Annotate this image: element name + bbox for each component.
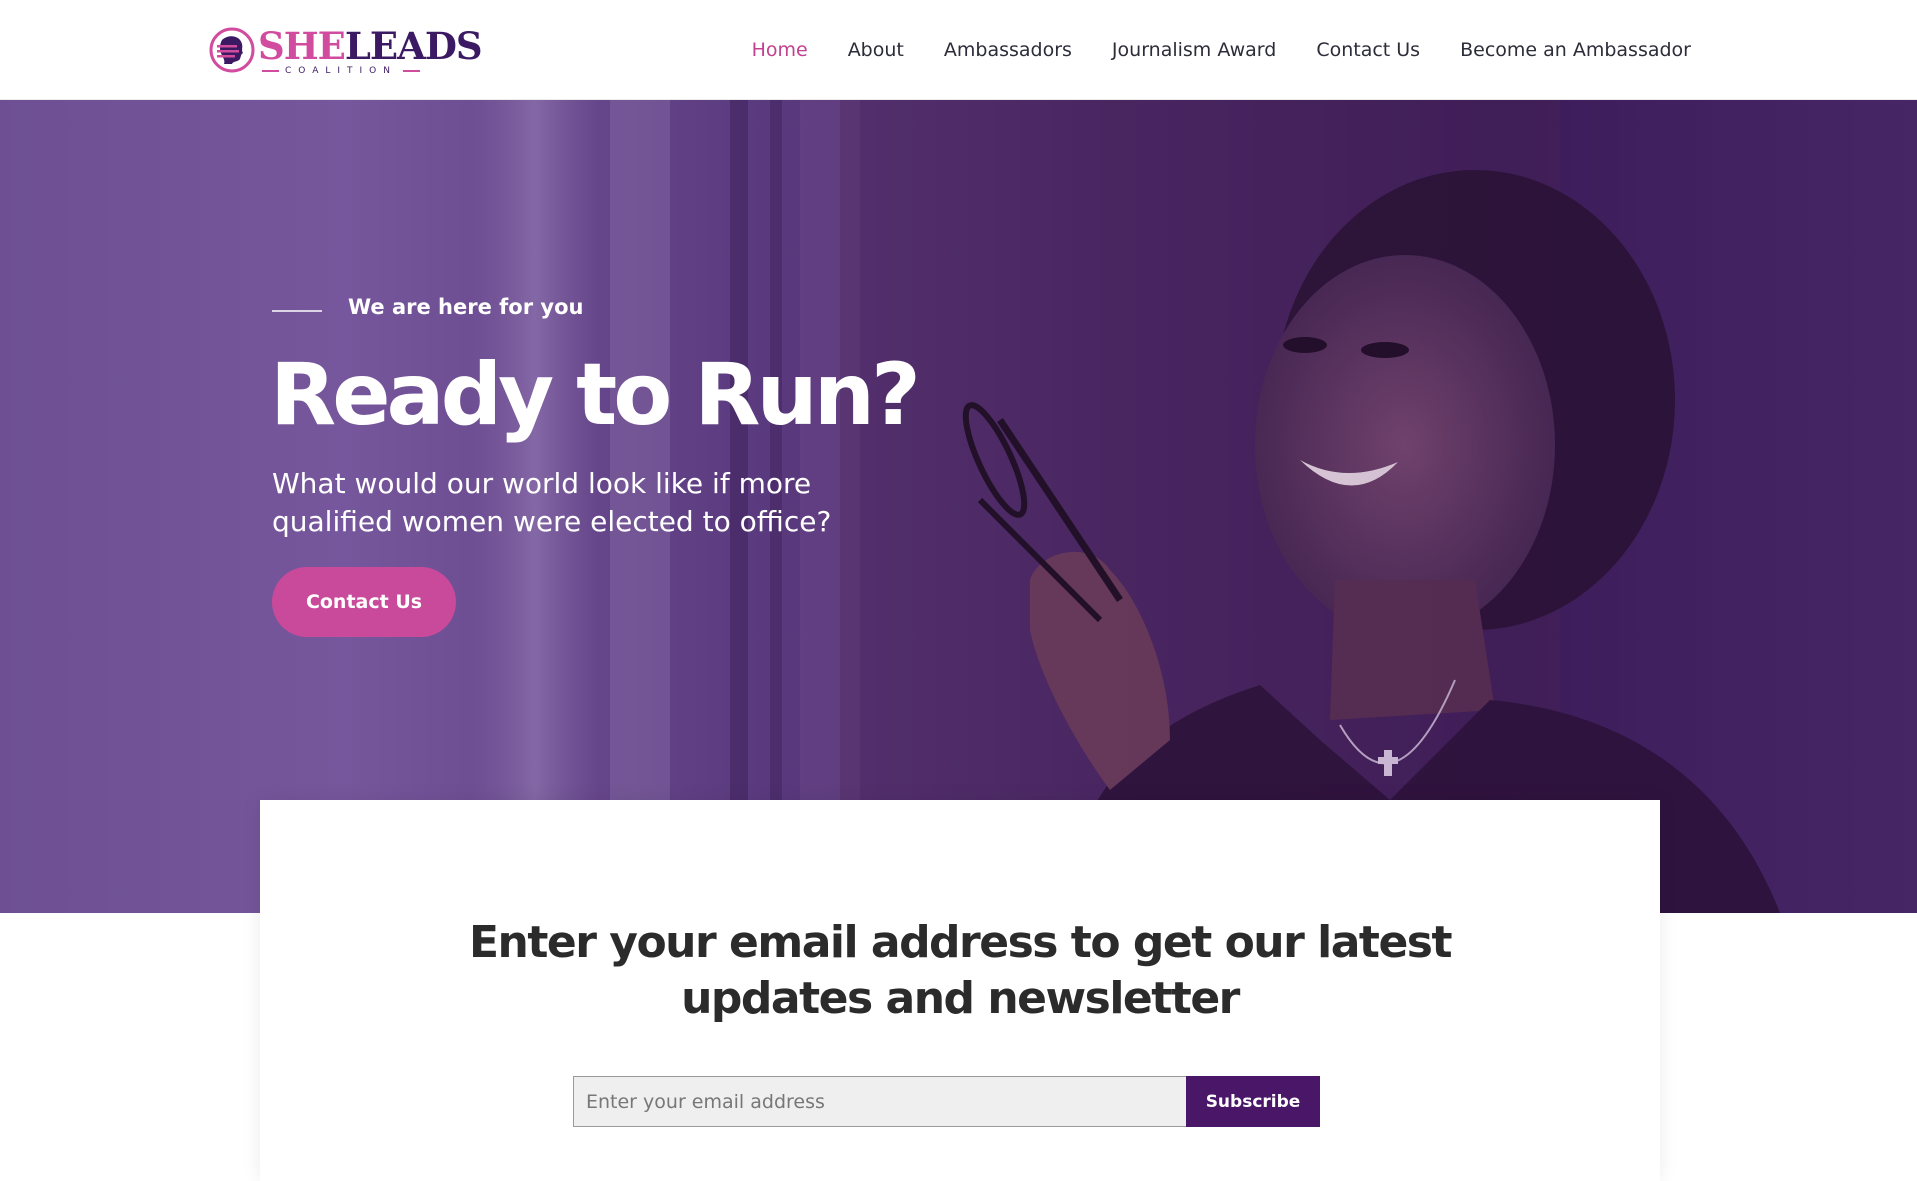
hero-title: Ready to Run? xyxy=(270,345,921,445)
nav-link-about[interactable]: About xyxy=(848,39,904,61)
subscribe-form: Subscribe xyxy=(573,1076,1320,1127)
logo-rule-left xyxy=(262,70,279,72)
newsletter-heading: Enter your email address to get our late… xyxy=(468,917,1453,1024)
eyebrow-divider-line xyxy=(272,310,322,312)
sheleads-logo[interactable]: SHELEADS COALITION xyxy=(208,24,483,78)
site-header: SHELEADS COALITION Home About Ambassador… xyxy=(0,0,1917,100)
nav-link-home[interactable]: Home xyxy=(752,39,808,61)
logo-rule-right xyxy=(403,70,421,72)
logo-wordmark: SHELEADS xyxy=(258,24,483,68)
hero-subtitle: What would our world look like if more q… xyxy=(272,467,832,538)
hero-eyebrow: We are here for you xyxy=(272,295,583,319)
email-input[interactable] xyxy=(573,1076,1186,1127)
contact-us-button[interactable]: Contact Us xyxy=(272,567,456,637)
logo-word-leads: LEADS xyxy=(344,24,483,68)
hero-section: We are here for you Ready to Run? What w… xyxy=(0,100,1917,913)
main-nav: Home About Ambassadors Journalism Award … xyxy=(752,0,1691,100)
nav-link-contact-us[interactable]: Contact Us xyxy=(1316,39,1420,61)
nav-link-ambassadors[interactable]: Ambassadors xyxy=(944,39,1072,61)
logo-tagline: COALITION xyxy=(262,64,421,78)
nav-link-journalism-award[interactable]: Journalism Award xyxy=(1112,39,1276,61)
logo-word-she: SHE xyxy=(258,24,346,68)
newsletter-card: Enter your email address to get our late… xyxy=(260,800,1660,1181)
subscribe-button[interactable]: Subscribe xyxy=(1186,1076,1320,1127)
eyebrow-text: We are here for you xyxy=(348,295,584,319)
nav-link-become-ambassador[interactable]: Become an Ambassador xyxy=(1460,39,1691,61)
woman-profile-logo-icon xyxy=(209,27,255,73)
logo-tagline-text: COALITION xyxy=(285,66,398,76)
